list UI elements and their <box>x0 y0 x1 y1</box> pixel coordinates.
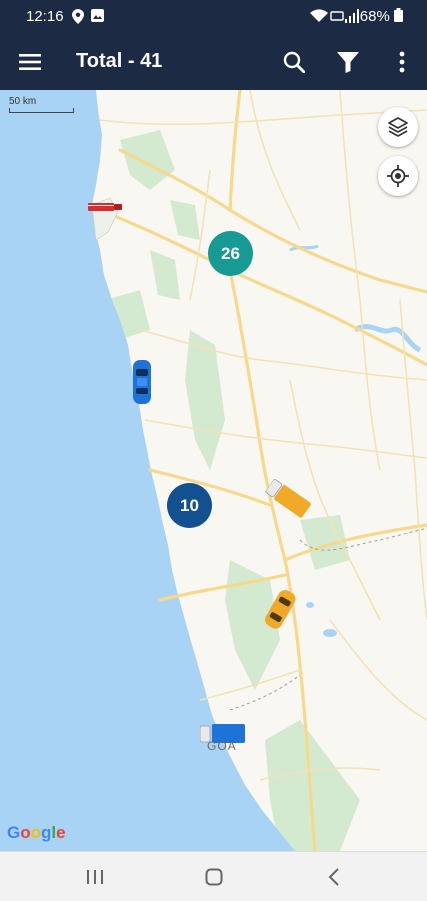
status-bar: 12:16 68% <box>0 0 427 33</box>
google-attribution: Google <box>7 823 66 842</box>
hamburger-menu-icon[interactable] <box>12 44 48 80</box>
my-location-icon <box>387 165 409 187</box>
more-vert-icon[interactable] <box>384 44 420 80</box>
car-icon <box>133 360 151 404</box>
place-label-goa: GOA <box>207 739 237 753</box>
map-scale-label: 50 km <box>9 96 37 107</box>
map-scale-bar <box>9 108 74 113</box>
my-location-button[interactable] <box>378 156 418 196</box>
vehicle-cluster-marker[interactable]: 10 <box>167 483 212 528</box>
battery-percent: 68% <box>359 8 390 25</box>
status-time: 12:16 <box>26 8 64 25</box>
cluster-count: 10 <box>180 495 199 515</box>
gallery-status-icon <box>91 9 104 26</box>
wifi-status-icon <box>310 9 328 27</box>
page-title: Total - 41 <box>76 50 163 72</box>
battery-level: 68% <box>360 8 403 25</box>
map-view[interactable]: 50 km 26 10 GOA Google <box>0 90 427 851</box>
search-icon[interactable] <box>276 44 312 80</box>
filter-icon[interactable] <box>330 44 366 80</box>
signal-status-icon <box>345 9 359 27</box>
system-nav-bar <box>0 851 427 901</box>
home-icon[interactable] <box>194 864 234 890</box>
layers-button[interactable] <box>378 107 418 147</box>
app-bar: Total - 41 <box>0 33 427 90</box>
location-status-icon <box>72 9 84 28</box>
volte-status-icon <box>330 9 344 27</box>
car-marker[interactable] <box>131 359 153 410</box>
back-icon[interactable] <box>314 864 354 890</box>
battery-icon <box>394 8 403 22</box>
truck-icon <box>88 203 122 211</box>
layers-icon <box>388 117 408 137</box>
vehicle-cluster-marker[interactable]: 26 <box>208 231 253 276</box>
recents-icon[interactable] <box>75 864 115 890</box>
cluster-count: 26 <box>221 243 240 263</box>
truck-marker[interactable] <box>88 200 124 218</box>
